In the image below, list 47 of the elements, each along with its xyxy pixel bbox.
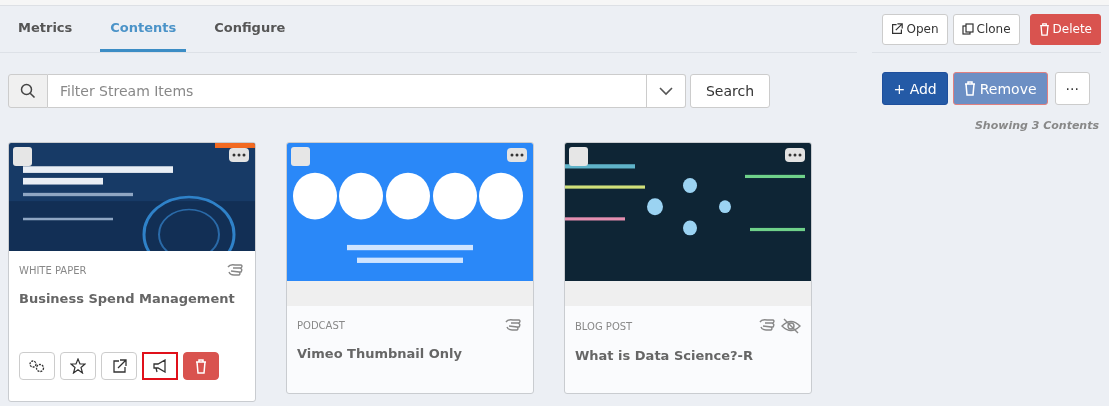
ellipsis-icon xyxy=(232,153,246,157)
trash-icon xyxy=(963,81,976,96)
ellipsis-icon xyxy=(510,153,524,157)
content-count: Showing 3 Contents xyxy=(973,119,1100,132)
content-title: Business Spend Management xyxy=(19,291,236,306)
search-icon xyxy=(20,83,36,99)
checkbox[interactable] xyxy=(291,147,310,166)
more-button[interactable] xyxy=(785,148,805,162)
clone-button[interactable]: Clone xyxy=(952,13,1020,45)
tab[interactable]: Metrics xyxy=(8,6,83,52)
content-title: What is Data Science?-R xyxy=(575,348,754,363)
megaphone-icon xyxy=(152,359,168,373)
checkbox[interactable] xyxy=(13,147,32,166)
trash-icon xyxy=(195,358,207,374)
delete-button[interactable] xyxy=(183,352,219,380)
hand-icon xyxy=(227,263,245,277)
gears-button[interactable] xyxy=(19,352,55,380)
checkbox[interactable] xyxy=(569,147,588,166)
content-card[interactable]: WHITE PAPER Business Spend Management xyxy=(8,142,256,402)
search-button[interactable]: Search xyxy=(690,74,770,108)
delete-button[interactable]: Delete xyxy=(1029,13,1101,45)
more-button[interactable] xyxy=(507,148,527,162)
content-title: Vimeo Thumbnail Only xyxy=(297,346,464,361)
content-card[interactable]: PODCAST Vimeo Thumbnail Only xyxy=(286,142,534,394)
star-button[interactable] xyxy=(60,352,96,380)
star-icon xyxy=(70,358,86,374)
chevron-down-icon[interactable] xyxy=(659,86,673,96)
trash-icon xyxy=(1038,22,1050,36)
open-button[interactable]: Open xyxy=(882,13,948,45)
content-type: BLOG POST xyxy=(575,320,633,332)
gears-icon xyxy=(28,359,46,373)
tab[interactable]: Configure xyxy=(204,6,296,52)
more-button[interactable] xyxy=(229,148,249,162)
add-button[interactable]: + Add xyxy=(882,72,948,105)
external-link-button[interactable] xyxy=(101,352,137,380)
megaphone-button[interactable] xyxy=(142,352,178,380)
content-type: WHITE PAPER xyxy=(19,264,87,276)
content-type: PODCAST xyxy=(297,319,345,331)
hand-icon xyxy=(759,318,777,332)
copy-icon xyxy=(961,23,974,35)
content-card[interactable]: BLOG POST What is Data Science?-R xyxy=(564,142,812,394)
search-input[interactable]: Filter Stream Items xyxy=(48,74,647,108)
hand-icon xyxy=(505,318,523,332)
ellipsis-icon xyxy=(788,153,802,157)
external-link-icon xyxy=(891,23,904,35)
external-link-icon xyxy=(111,358,127,374)
more-button[interactable]: ··· xyxy=(1054,72,1090,105)
